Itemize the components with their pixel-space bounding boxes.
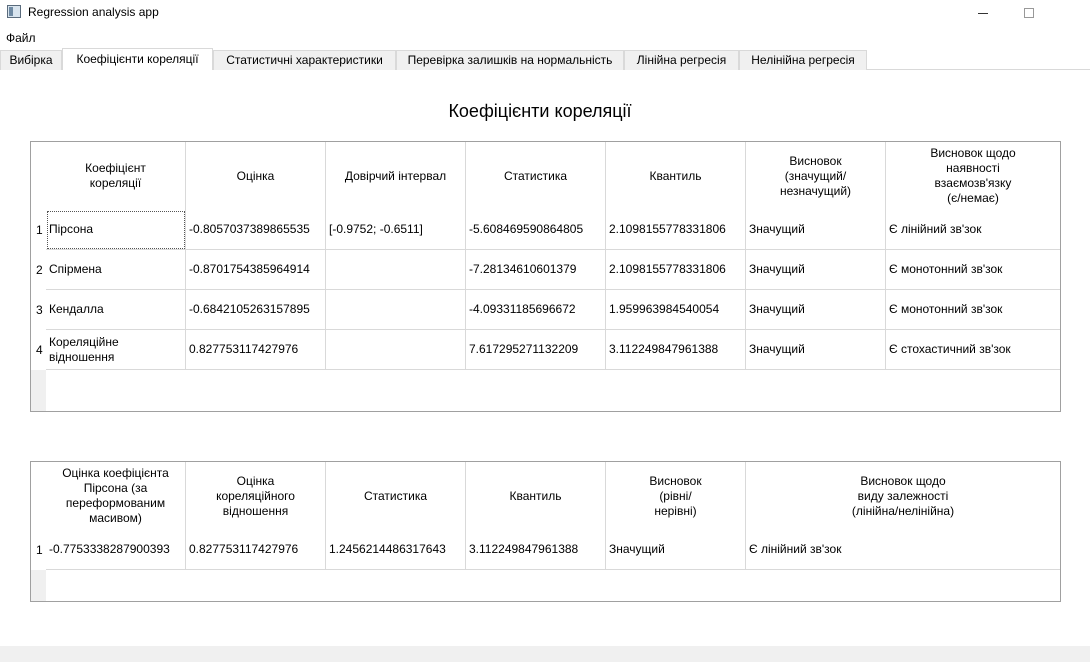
table-cell[interactable]: 0.827753117427976	[186, 330, 326, 370]
tab-linear-regression[interactable]: Лінійна регресія	[624, 50, 739, 70]
column-header[interactable]: Висновок (значущий/ незначущий)	[746, 142, 886, 210]
table-cell[interactable]: Значущий	[606, 530, 746, 570]
page-title: Коефіцієнти кореляції	[448, 101, 632, 121]
tab-nonlinear-regression[interactable]: Нелінійна регресія	[739, 50, 867, 70]
tab-content: Коефіцієнти кореляції Коефіцієнт кореляц…	[0, 70, 1090, 646]
row-header-filler	[31, 570, 46, 601]
menu-bar: Файл	[0, 28, 1090, 46]
column-header[interactable]: Квантиль	[606, 142, 746, 210]
table-cell[interactable]: -0.7753338287900393	[46, 530, 186, 570]
row-header[interactable]: 1	[31, 210, 46, 250]
tab-bar: Вибірка Коефіцієнти кореляції Статистичн…	[0, 48, 1090, 70]
app-icon	[7, 5, 21, 18]
column-header[interactable]: Коефіцієнт кореляції	[46, 142, 186, 210]
table-cell[interactable]: Пірсона	[46, 210, 186, 250]
minimize-button[interactable]	[960, 0, 1006, 26]
column-header[interactable]: Висновок щодо наявності взаємозв'язку (є…	[886, 142, 1060, 210]
tab-correlation-coefficients[interactable]: Коефіцієнти кореляції	[62, 48, 213, 70]
table-cell[interactable]: Значущий	[746, 290, 886, 330]
column-header[interactable]: Квантиль	[466, 462, 606, 530]
column-header[interactable]: Статистика	[326, 462, 466, 530]
row-header[interactable]: 1	[31, 530, 46, 570]
table-cell[interactable]: 0.827753117427976	[186, 530, 326, 570]
status-bar	[0, 646, 1090, 662]
row-header[interactable]: 3	[31, 290, 46, 330]
table-cell[interactable]	[326, 290, 466, 330]
table-cell[interactable]: Значущий	[746, 250, 886, 290]
pearson-correlation-ratio-table[interactable]: Оцінка коефіцієнта Пірсона (за переформо…	[30, 461, 1061, 602]
tab-statistical-characteristics[interactable]: Статистичні характеристики	[213, 50, 396, 70]
column-header[interactable]: Статистика	[466, 142, 606, 210]
table-cell[interactable]: Є монотонний зв'зок	[886, 290, 1060, 330]
table-cell[interactable]: -7.28134610601379	[466, 250, 606, 290]
row-header[interactable]: 2	[31, 250, 46, 290]
maximize-icon	[1024, 8, 1034, 18]
table-cell[interactable]: 2.1098155778331806	[606, 210, 746, 250]
table-cell[interactable]: Кендалла	[46, 290, 186, 330]
table-cell[interactable]: Є стохастичний зв'зок	[886, 330, 1060, 370]
row-header-filler	[31, 370, 46, 411]
window-title: Regression analysis app	[28, 5, 159, 19]
table-cell[interactable]: Є лінійний зв'зок	[886, 210, 1060, 250]
table-cell[interactable]: -5.608469590864805	[466, 210, 606, 250]
table-cell[interactable]: -0.8057037389865535	[186, 210, 326, 250]
table-cell[interactable]: Значущий	[746, 210, 886, 250]
column-header[interactable]: Висновок (рівні/ нерівні)	[606, 462, 746, 530]
table-cell[interactable]: -4.09331185696672	[466, 290, 606, 330]
table-cell[interactable]: 7.617295271132209	[466, 330, 606, 370]
table-cell[interactable]: Спірмена	[46, 250, 186, 290]
tab-residual-normality[interactable]: Перевірка залишків на нормальність	[396, 50, 624, 70]
menu-file[interactable]: Файл	[6, 31, 36, 45]
table-cell[interactable]: Є монотонний зв'зок	[886, 250, 1060, 290]
column-header[interactable]: Оцінка коефіцієнта Пірсона (за переформо…	[46, 462, 186, 530]
table-cell[interactable]: 1.959963984540054	[606, 290, 746, 330]
table-cell[interactable]: Кореляційне відношення	[46, 330, 186, 370]
table-cell[interactable]	[326, 330, 466, 370]
column-header[interactable]: Довірчий інтервал	[326, 142, 466, 210]
table-cell[interactable]: -0.8701754385964914	[186, 250, 326, 290]
tab-sample[interactable]: Вибірка	[0, 50, 62, 70]
column-header[interactable]: Оцінка кореляційного відношення	[186, 462, 326, 530]
correlation-table[interactable]: Коефіцієнт кореляції Оцінка Довірчий інт…	[30, 141, 1061, 412]
table-cell[interactable]: 3.112249847961388	[466, 530, 606, 570]
title-bar: Regression analysis app	[0, 0, 1090, 26]
table-cell[interactable]: -0.6842105263157895	[186, 290, 326, 330]
table-cell[interactable]: 3.112249847961388	[606, 330, 746, 370]
row-header[interactable]: 4	[31, 330, 46, 370]
table-cell[interactable]: Є лінійний зв'зок	[746, 530, 1060, 570]
table-cell[interactable]: 1.2456214486317643	[326, 530, 466, 570]
table-cell[interactable]: 2.1098155778331806	[606, 250, 746, 290]
table-cell[interactable]: [-0.9752; -0.6511]	[326, 210, 466, 250]
table-cell[interactable]	[326, 250, 466, 290]
table-cell[interactable]: Значущий	[746, 330, 886, 370]
minimize-icon	[978, 12, 988, 14]
column-header[interactable]: Висновок щодо виду залежності (лінійна/н…	[746, 462, 1060, 530]
column-header[interactable]: Оцінка	[186, 142, 326, 210]
maximize-button[interactable]	[1006, 0, 1052, 26]
